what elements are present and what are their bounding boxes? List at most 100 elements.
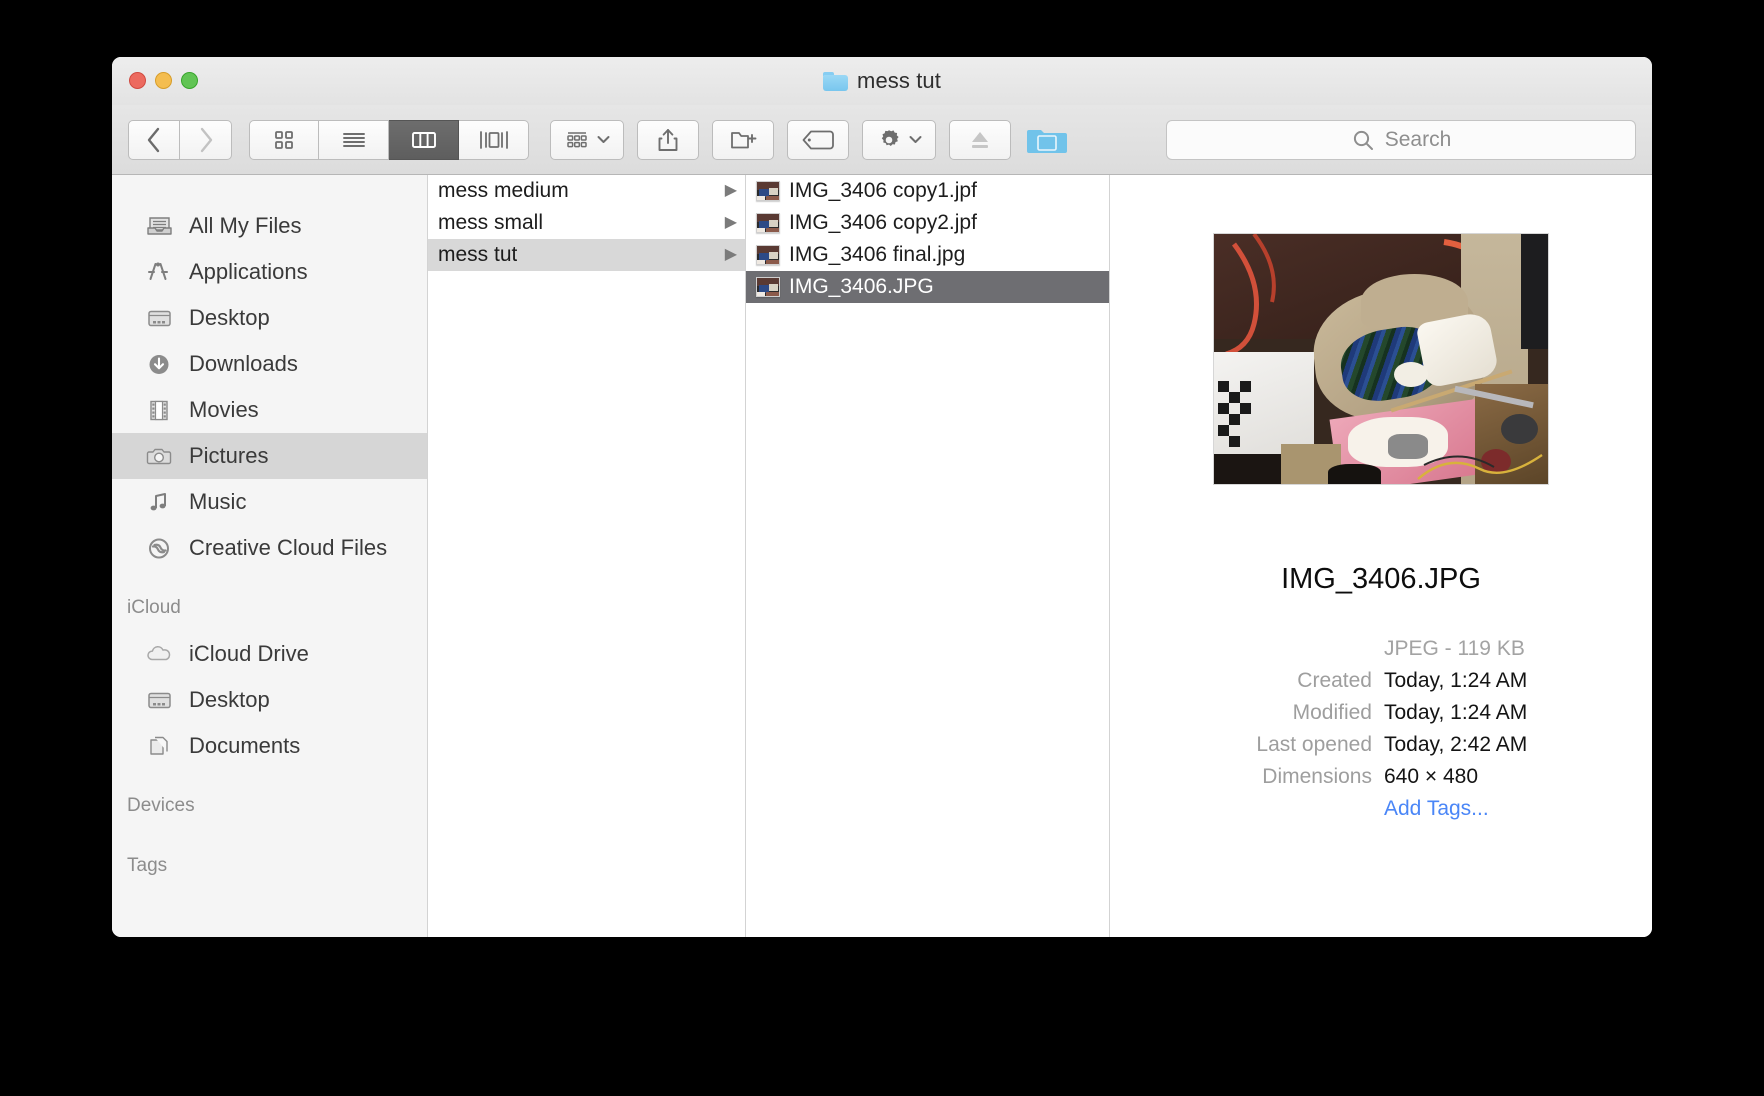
sidebar-item-partial[interactable] — [112, 175, 427, 203]
column-item-mess-small[interactable]: mess small ▶ — [428, 207, 745, 239]
metadata-row-modified: Modified Today, 1:24 AM — [1110, 701, 1652, 725]
icloud-drive-icon — [145, 640, 173, 668]
column-item-mess-medium[interactable]: mess medium ▶ — [428, 175, 745, 207]
metadata-value: Today, 2:42 AM — [1384, 733, 1528, 756]
sidebar-item-music[interactable]: Music — [112, 479, 427, 525]
forward-button[interactable] — [180, 119, 232, 160]
sidebar-section-devices: Devices — [127, 795, 195, 816]
preview-image — [1213, 233, 1549, 485]
back-button[interactable] — [128, 119, 180, 160]
file-label: IMG_3406 final.jpg — [789, 243, 966, 266]
sidebar-item-label: Movies — [189, 397, 259, 422]
placeholder-icon — [145, 175, 173, 194]
documents-icon — [145, 732, 173, 760]
metadata-key: Created — [1297, 669, 1372, 692]
close-button[interactable] — [129, 72, 146, 89]
arrange-button[interactable] — [550, 119, 624, 160]
metadata-key: Modified — [1292, 701, 1372, 724]
add-tags-link[interactable]: Add Tags... — [1381, 797, 1652, 821]
music-icon — [145, 488, 173, 516]
search-input[interactable]: Search — [1166, 119, 1636, 160]
metadata-key: Last opened — [1256, 733, 1372, 756]
item-label: mess medium — [438, 179, 569, 202]
sidebar-item-documents[interactable]: Documents — [112, 723, 427, 769]
preview-pane: IMG_3406.JPG JPEG - 119 KB Created Today… — [1110, 175, 1652, 937]
column-view-button[interactable] — [389, 119, 459, 160]
all-my-files-icon — [145, 212, 173, 240]
column-folders[interactable]: mess medium ▶ mess small ▶ mess tut ▶ — [428, 175, 746, 937]
tag-button[interactable] — [787, 119, 849, 160]
file-label: IMG_3406 copy2.jpf — [789, 211, 977, 234]
metadata-row-add-tags: Add Tags... — [1110, 797, 1652, 821]
navigation-buttons — [128, 119, 232, 160]
desktop-icon — [145, 304, 173, 332]
sidebar-item-pictures[interactable]: Pictures — [112, 433, 427, 479]
sidebar-item-label: Documents — [189, 733, 301, 758]
movies-icon — [145, 396, 173, 424]
sidebar-item-label: Desktop — [189, 687, 270, 712]
file-item-final[interactable]: IMG_3406 final.jpg — [746, 239, 1109, 271]
view-mode-switcher — [249, 119, 529, 160]
sidebar-item-applications[interactable]: Applications — [112, 249, 427, 295]
preview-file-name: IMG_3406.JPG — [1281, 563, 1481, 595]
sidebar-item-label: iCloud Drive — [189, 641, 309, 666]
image-thumbnail-icon — [756, 213, 780, 233]
finder-window: mess tut Search All My Files Application… — [112, 57, 1652, 937]
titlebar[interactable]: mess tut — [112, 57, 1652, 105]
minimize-button[interactable] — [155, 72, 172, 89]
metadata-row-dimensions: Dimensions 640 × 480 — [1110, 765, 1652, 789]
coverflow-view-button[interactable] — [459, 119, 529, 160]
dropbox-folder-button[interactable] — [1024, 120, 1070, 160]
zoom-button[interactable] — [181, 72, 198, 89]
creative-cloud-icon — [145, 534, 173, 562]
sidebar-item-label: All My Files — [189, 213, 302, 238]
sidebar-item-icloud-desktop[interactable]: Desktop — [112, 677, 427, 723]
window-title-text: mess tut — [857, 68, 941, 93]
file-item-copy1[interactable]: IMG_3406 copy1.jpf — [746, 175, 1109, 207]
sidebar-item-creative-cloud-files[interactable]: Creative Cloud Files — [112, 525, 427, 571]
desktop-icon — [145, 686, 173, 714]
column-files[interactable]: IMG_3406 copy1.jpf IMG_3406 copy2.jpf IM… — [746, 175, 1110, 937]
metadata-key — [1110, 797, 1381, 821]
list-view-button[interactable] — [319, 119, 389, 160]
metadata-value: Today, 1:24 AM — [1384, 701, 1528, 724]
search-icon — [1353, 130, 1373, 150]
chevron-right-icon: ▶ — [724, 246, 737, 263]
sidebar-item-icloud-drive[interactable]: iCloud Drive — [112, 631, 427, 677]
window-title: mess tut — [112, 57, 1652, 105]
file-label: IMG_3406 copy1.jpf — [789, 179, 977, 202]
metadata-value: 640 × 480 — [1384, 765, 1479, 788]
metadata-kind-size: JPEG - 119 KB — [1384, 637, 1525, 660]
folder-icon — [823, 71, 849, 91]
gear-icon — [881, 129, 899, 146]
sidebar-item-downloads[interactable]: Downloads — [112, 341, 427, 387]
file-item-img-3406[interactable]: IMG_3406.JPG — [746, 271, 1109, 303]
eject-button[interactable] — [949, 119, 1011, 160]
sidebar: All My Files Applications Desktop Downlo… — [112, 175, 428, 937]
share-button[interactable] — [637, 119, 699, 160]
new-folder-button[interactable] — [712, 119, 774, 160]
toolbar: Search — [112, 105, 1652, 175]
metadata-value: Today, 1:24 AM — [1384, 669, 1528, 692]
sidebar-item-label: Applications — [189, 259, 308, 284]
finder-body: All My Files Applications Desktop Downlo… — [112, 175, 1652, 937]
action-button[interactable] — [862, 119, 936, 160]
metadata-row-last-opened: Last opened Today, 2:42 AM — [1110, 733, 1652, 757]
sidebar-item-label: Creative Cloud Files — [189, 535, 388, 560]
icon-view-button[interactable] — [249, 119, 319, 160]
folder-icon — [1027, 129, 1067, 153]
file-item-copy2[interactable]: IMG_3406 copy2.jpf — [746, 207, 1109, 239]
sidebar-item-movies[interactable]: Movies — [112, 387, 427, 433]
sidebar-item-all-my-files[interactable]: All My Files — [112, 203, 427, 249]
metadata-row-created: Created Today, 1:24 AM — [1110, 669, 1652, 693]
sidebar-item-desktop[interactable]: Desktop — [112, 295, 427, 341]
item-label: mess small — [438, 211, 544, 234]
column-item-mess-tut[interactable]: mess tut ▶ — [428, 239, 745, 271]
sidebar-item-label: Pictures — [189, 443, 269, 468]
applications-icon — [145, 258, 173, 286]
traffic-lights — [129, 72, 198, 89]
pictures-icon — [145, 442, 173, 470]
chevron-right-icon: ▶ — [724, 182, 737, 199]
